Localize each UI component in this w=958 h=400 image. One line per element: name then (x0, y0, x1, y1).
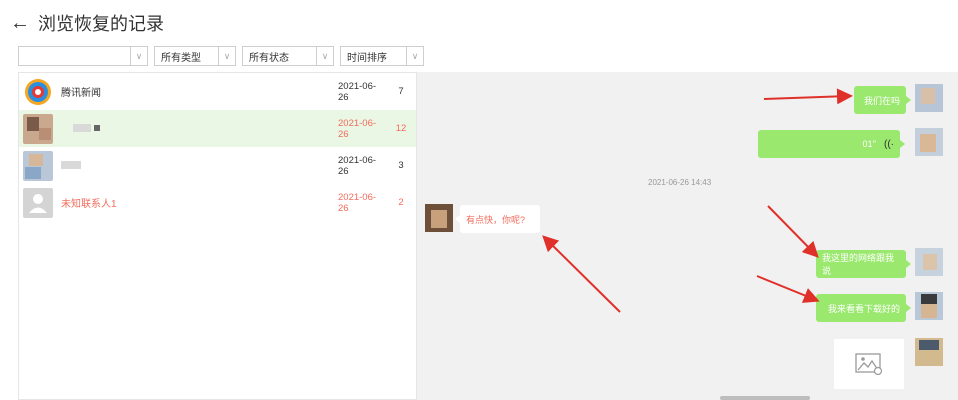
contact-name: 未知联系人1 (61, 199, 117, 210)
image-message[interactable] (834, 339, 904, 389)
chevron-down-icon: ∨ (218, 47, 235, 65)
message-text: 我们在吗 (863, 95, 900, 106)
received-message-bubble[interactable]: 有点快，你呢? (455, 205, 540, 233)
status-select-value: 所有状态 (249, 52, 289, 64)
sent-message-bubble[interactable]: 我这里的网络跟我说 (816, 250, 911, 278)
contact-row[interactable]: 2021-06-26 3 (19, 147, 416, 184)
contact-row[interactable]: 2021-06-26 12 (19, 110, 416, 147)
message-text: 有点快，你呢? (466, 214, 526, 225)
sort-select-value: 时间排序 (347, 52, 387, 64)
contact-name: 腾讯新闻 (61, 88, 101, 99)
contact-date: 2021-06-26 (338, 117, 377, 140)
arrow-line (763, 88, 853, 105)
blurred-avatar-icon (23, 113, 53, 144)
contact-count: 2 (398, 197, 404, 208)
contact-name (61, 123, 338, 134)
arrow-line (756, 275, 820, 303)
blurred-avatar-icon (915, 338, 943, 366)
contact-date: 2021-06-26 (338, 191, 377, 214)
chevron-down-icon: ∨ (130, 47, 147, 65)
back-arrow-icon[interactable]: ← (10, 13, 30, 33)
chat-panel: 我们在吗 01'' ((· 2021-06-26 14:43 有点快，你呢? 我… (417, 72, 958, 400)
contact-count: 3 (398, 160, 404, 171)
status-select[interactable]: 所有状态 ∨ (242, 46, 334, 66)
contact-count: 7 (398, 86, 404, 97)
header: ← 浏览恢复的记录 (10, 8, 164, 38)
contact-list: 腾讯新闻 2021-06-26 7 2021-06-26 12 2021-06-… (18, 72, 417, 400)
contact-row[interactable]: 腾讯新闻 2021-06-26 7 (19, 73, 416, 110)
scrollbar-thumb[interactable] (720, 396, 810, 400)
contact-count: 12 (395, 123, 407, 134)
blurred-avatar-icon (915, 292, 943, 320)
contact-row[interactable]: 未知联系人1 2021-06-26 2 (19, 184, 416, 221)
page-title: 浏览恢复的记录 (38, 14, 164, 34)
filter-bar: ∨ 所有类型 ∨ 所有状态 ∨ 时间排序 ∨ (18, 46, 424, 66)
voice-wave-icon: ((· (884, 138, 894, 150)
blurred-avatar-icon (23, 150, 53, 181)
blurred-avatar-icon (425, 204, 453, 232)
voice-duration: 01'' (862, 139, 876, 149)
message-text: 我这里的网络跟我说 (822, 253, 895, 276)
contact-name (61, 160, 338, 171)
sent-message-bubble[interactable]: 我们在吗 (854, 86, 911, 114)
sent-message-bubble[interactable]: 我来看看下载好的 (816, 294, 911, 322)
type-select-value: 所有类型 (161, 52, 201, 64)
sort-select[interactable]: 时间排序 ∨ (340, 46, 424, 66)
chevron-down-icon: ∨ (316, 47, 333, 65)
chevron-down-icon: ∨ (406, 47, 423, 65)
blurred-avatar-icon (915, 84, 943, 112)
default-user-icon (23, 187, 53, 218)
message-text: 我来看看下载好的 (827, 303, 900, 314)
contact-date: 2021-06-26 (338, 154, 377, 177)
contact-date: 2021-06-26 (338, 80, 377, 103)
contact-select[interactable]: ∨ (18, 46, 148, 66)
blurred-avatar-icon (915, 248, 943, 276)
voice-message-bubble[interactable]: 01'' ((· (758, 130, 905, 158)
tencent-news-logo-icon (23, 77, 53, 107)
arrow-line (542, 235, 621, 313)
image-placeholder-icon (855, 353, 883, 375)
blurred-avatar-icon (915, 128, 943, 156)
arrow-line (767, 205, 819, 258)
message-timestamp: 2021-06-26 14:43 (648, 178, 712, 187)
type-select[interactable]: 所有类型 ∨ (154, 46, 236, 66)
